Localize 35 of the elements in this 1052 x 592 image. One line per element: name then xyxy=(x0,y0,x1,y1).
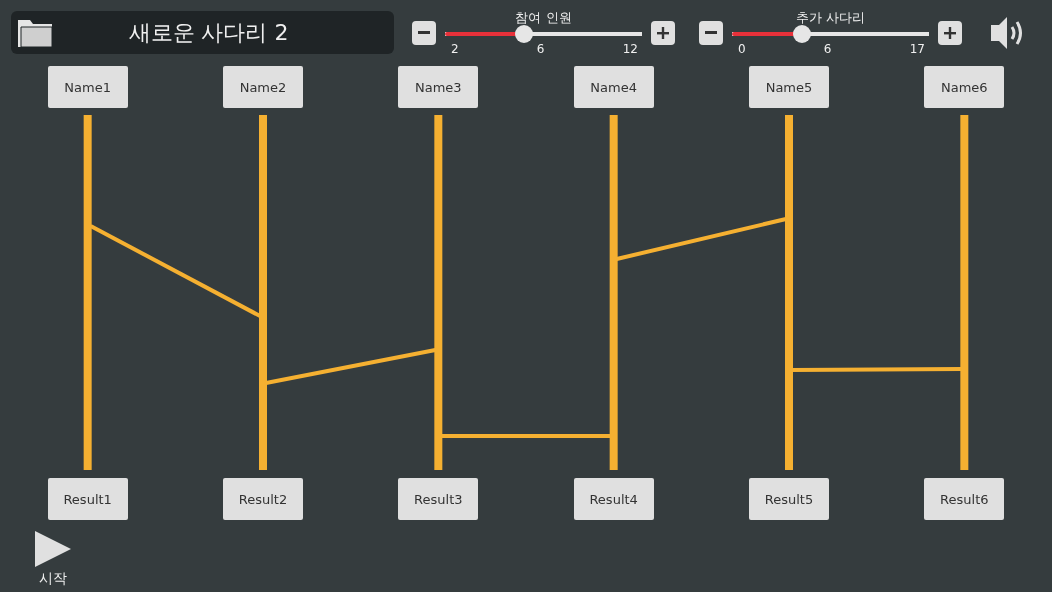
increase-button[interactable] xyxy=(938,20,962,45)
slider-label: 참여 인원 xyxy=(514,9,573,26)
name-button[interactable]: Name1 xyxy=(47,66,128,108)
tick-label: 17 xyxy=(909,41,925,56)
folder-button[interactable] xyxy=(17,17,53,48)
result-button[interactable]: Result2 xyxy=(223,478,303,520)
result-button[interactable]: Result1 xyxy=(47,478,128,520)
name-button[interactable]: Name2 xyxy=(223,66,303,108)
folder-icon xyxy=(17,17,53,48)
play-icon xyxy=(34,530,72,568)
minus-icon xyxy=(705,31,717,34)
result-button[interactable]: Result6 xyxy=(924,478,1005,520)
result-button[interactable]: Result3 xyxy=(398,478,479,520)
slider-thumb[interactable] xyxy=(514,24,533,43)
plus-icon xyxy=(656,25,670,40)
tick-label: 6 xyxy=(536,41,545,56)
slider-label: 추가 사다리 xyxy=(794,9,867,26)
decrease-button[interactable] xyxy=(412,20,436,45)
start-button[interactable]: 시작 xyxy=(34,530,72,586)
increase-button[interactable] xyxy=(651,20,675,45)
slider-thumb[interactable] xyxy=(792,24,811,43)
result-button[interactable]: Result4 xyxy=(573,478,654,520)
name-button[interactable]: Name3 xyxy=(398,66,479,108)
name-button[interactable]: Name5 xyxy=(749,66,829,108)
ladder-title: 새로운 사다리 2 xyxy=(127,18,290,47)
minus-icon xyxy=(418,31,430,34)
tick-label: 12 xyxy=(622,41,638,56)
tick-label: 2 xyxy=(451,41,459,56)
decrease-button[interactable] xyxy=(699,20,723,45)
tick-label: 0 xyxy=(738,41,746,56)
tick-label: 6 xyxy=(823,41,832,56)
result-button[interactable]: Result5 xyxy=(749,478,829,520)
name-button[interactable]: Name4 xyxy=(573,66,654,108)
plus-icon xyxy=(943,25,957,40)
name-button[interactable]: Name6 xyxy=(924,66,1005,108)
